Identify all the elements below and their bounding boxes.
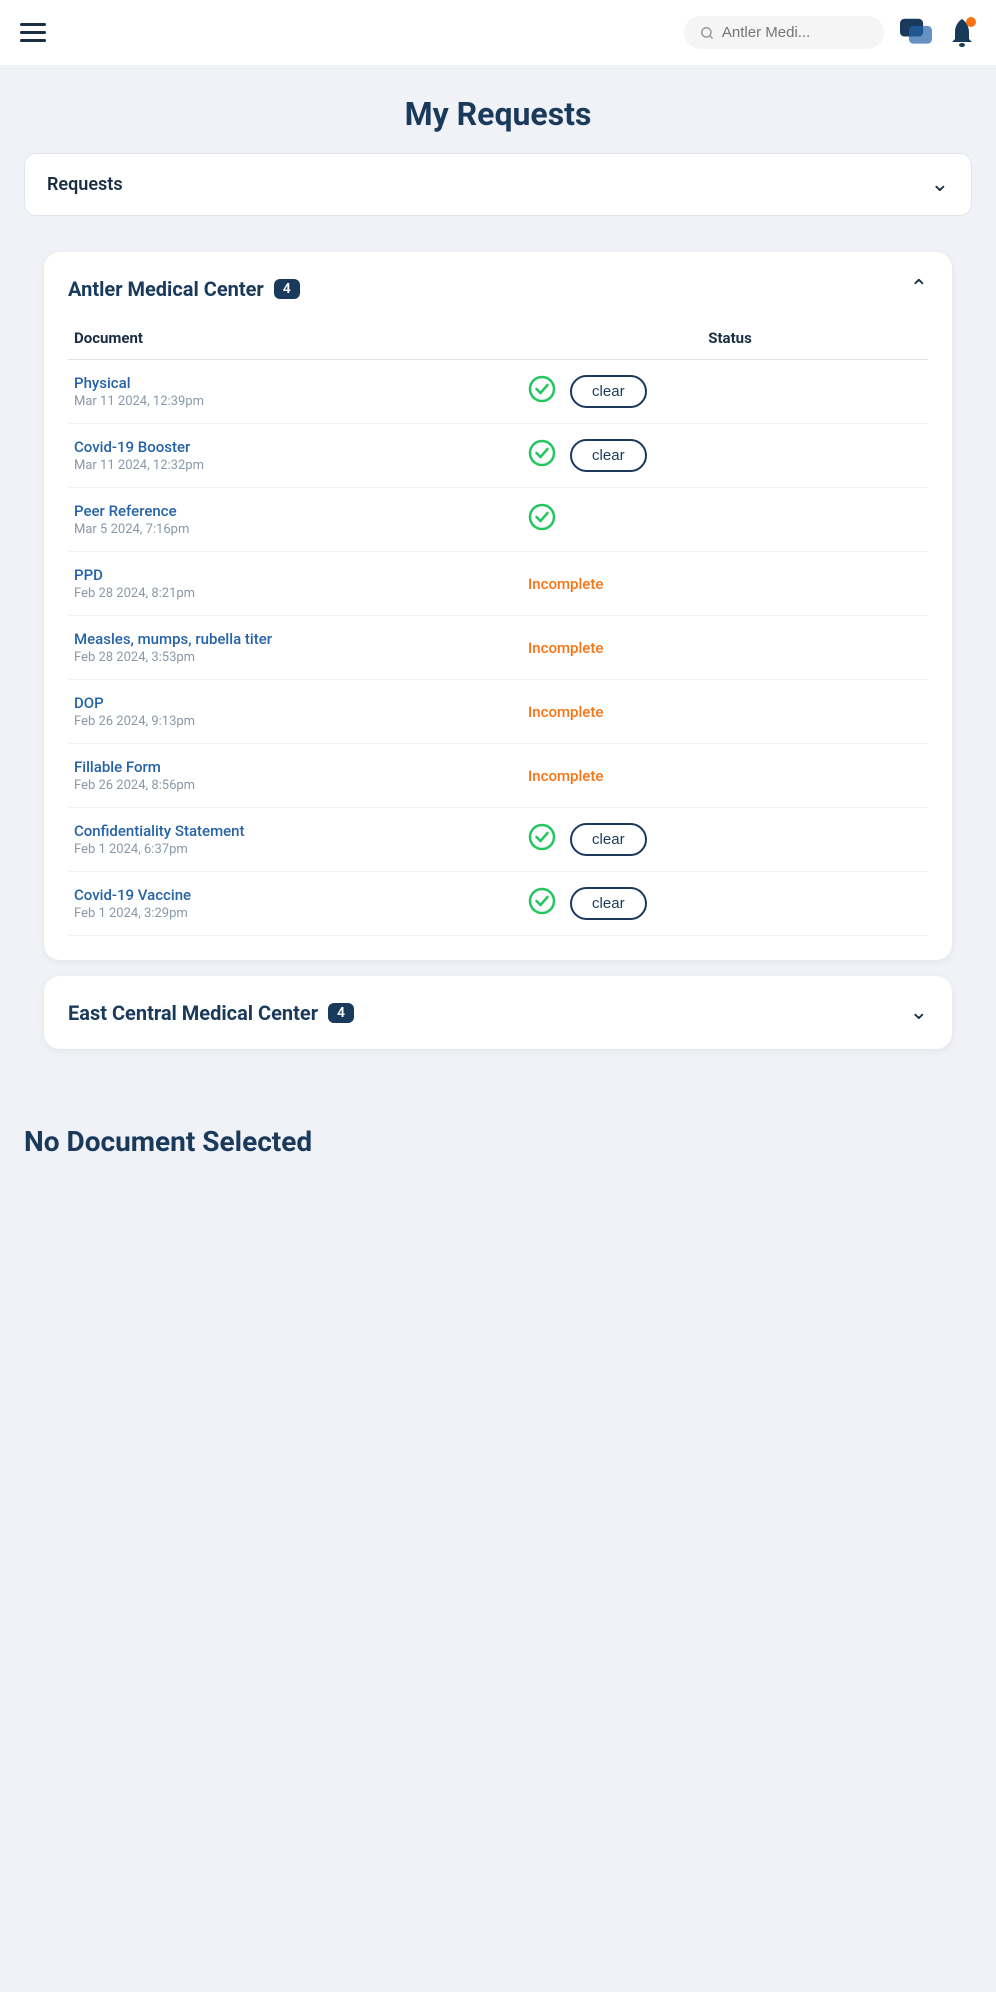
status-cell-inner: Incomplete bbox=[494, 703, 922, 721]
page-title-section: My Requests bbox=[0, 65, 996, 153]
status-cell: Incomplete bbox=[488, 616, 928, 680]
doc-date: Mar 11 2024, 12:39pm bbox=[74, 394, 482, 409]
table-row: Fillable Form Feb 26 2024, 8:56pm Incomp… bbox=[68, 744, 928, 808]
search-bar[interactable] bbox=[684, 16, 884, 49]
center-count-badge: 4 bbox=[274, 279, 300, 299]
chevron-down-icon: ⌄ bbox=[931, 172, 949, 197]
app-header bbox=[0, 0, 996, 65]
status-cell-inner: clear bbox=[494, 375, 922, 408]
status-cell-inner: clear bbox=[494, 439, 922, 472]
doc-date: Mar 11 2024, 12:32pm bbox=[74, 458, 482, 473]
center-card-header-collapsed: East Central Medical Center 4 ⌄ bbox=[68, 1000, 928, 1025]
table-row: Measles, mumps, rubella titer Feb 28 202… bbox=[68, 616, 928, 680]
doc-name[interactable]: Covid-19 Booster bbox=[74, 438, 482, 456]
status-cell: clear bbox=[488, 808, 928, 872]
status-cell-inner: Incomplete bbox=[494, 639, 922, 657]
table-row: Covid-19 Booster Mar 11 2024, 12:32pm cl… bbox=[68, 424, 928, 488]
doc-name[interactable]: Fillable Form bbox=[74, 758, 482, 776]
clear-button[interactable]: clear bbox=[570, 887, 647, 920]
incomplete-status: Incomplete bbox=[528, 767, 603, 785]
check-circle-icon bbox=[528, 503, 556, 536]
center-title-row: Antler Medical Center 4 bbox=[68, 277, 300, 301]
doc-name[interactable]: Measles, mumps, rubella titer bbox=[74, 630, 482, 648]
east-central-medical-center-card: East Central Medical Center 4 ⌄ bbox=[44, 976, 952, 1049]
doc-name[interactable]: DOP bbox=[74, 694, 482, 712]
table-row: Confidentiality Statement Feb 1 2024, 6:… bbox=[68, 808, 928, 872]
no-document-section: No Document Selected bbox=[0, 1085, 996, 1188]
chat-icon bbox=[898, 17, 934, 49]
table-header-row: Document Status bbox=[68, 321, 928, 360]
center-name: Antler Medical Center bbox=[68, 277, 264, 301]
clear-button[interactable]: clear bbox=[570, 439, 647, 472]
check-circle-icon bbox=[528, 887, 556, 920]
status-cell-inner: clear bbox=[494, 823, 922, 856]
status-cell: Incomplete bbox=[488, 744, 928, 808]
no-document-title: No Document Selected bbox=[24, 1125, 972, 1158]
status-cell-inner: Incomplete bbox=[494, 767, 922, 785]
status-cell-inner bbox=[494, 503, 922, 536]
center-title-row-collapsed: East Central Medical Center 4 bbox=[68, 1001, 354, 1025]
status-cell: clear bbox=[488, 360, 928, 424]
document-col-header: Document bbox=[68, 321, 488, 360]
incomplete-status: Incomplete bbox=[528, 575, 603, 593]
clear-button[interactable]: clear bbox=[570, 375, 647, 408]
doc-name[interactable]: Covid-19 Vaccine bbox=[74, 886, 482, 904]
status-cell: Incomplete bbox=[488, 680, 928, 744]
doc-name[interactable]: Peer Reference bbox=[74, 502, 482, 520]
table-row: Peer Reference Mar 5 2024, 7:16pm bbox=[68, 488, 928, 552]
doc-name[interactable]: PPD bbox=[74, 566, 482, 584]
page-title: My Requests bbox=[20, 95, 976, 133]
status-cell: clear bbox=[488, 872, 928, 936]
doc-date: Feb 1 2024, 3:29pm bbox=[74, 906, 482, 921]
check-circle-icon bbox=[528, 439, 556, 472]
chevron-down-icon-collapsed[interactable]: ⌄ bbox=[910, 1000, 928, 1025]
incomplete-status: Incomplete bbox=[528, 639, 603, 657]
status-cell-inner: Incomplete bbox=[494, 575, 922, 593]
table-row: DOP Feb 26 2024, 9:13pm Incomplete bbox=[68, 680, 928, 744]
center-name-collapsed: East Central Medical Center bbox=[68, 1001, 318, 1025]
clear-button[interactable]: clear bbox=[570, 823, 647, 856]
table-row: Covid-19 Vaccine Feb 1 2024, 3:29pm clea… bbox=[68, 872, 928, 936]
chevron-up-icon[interactable]: ⌃ bbox=[910, 276, 928, 301]
search-input[interactable] bbox=[722, 24, 868, 41]
doc-date: Feb 1 2024, 6:37pm bbox=[74, 842, 482, 857]
requests-dropdown[interactable]: Requests ⌄ bbox=[24, 153, 972, 216]
status-cell: clear bbox=[488, 424, 928, 488]
content-area: Antler Medical Center 4 ⌃ Document Statu… bbox=[24, 232, 972, 1085]
status-col-header: Status bbox=[488, 321, 928, 360]
documents-table: Document Status Physical Mar 11 2024, 12… bbox=[68, 321, 928, 936]
doc-name[interactable]: Physical bbox=[74, 374, 482, 392]
table-row: PPD Feb 28 2024, 8:21pm Incomplete bbox=[68, 552, 928, 616]
doc-date: Feb 26 2024, 9:13pm bbox=[74, 714, 482, 729]
antler-medical-center-card: Antler Medical Center 4 ⌃ Document Statu… bbox=[44, 252, 952, 960]
status-cell: Incomplete bbox=[488, 552, 928, 616]
check-circle-icon bbox=[528, 823, 556, 856]
notification-button[interactable] bbox=[948, 17, 976, 49]
requests-dropdown-label: Requests bbox=[47, 174, 123, 195]
doc-date: Mar 5 2024, 7:16pm bbox=[74, 522, 482, 537]
chat-button[interactable] bbox=[898, 17, 934, 49]
table-row: Physical Mar 11 2024, 12:39pm clear bbox=[68, 360, 928, 424]
doc-date: Feb 28 2024, 3:53pm bbox=[74, 650, 482, 665]
incomplete-status: Incomplete bbox=[528, 703, 603, 721]
notification-dot bbox=[966, 17, 976, 27]
center-card-header: Antler Medical Center 4 ⌃ bbox=[68, 276, 928, 301]
doc-date: Feb 28 2024, 8:21pm bbox=[74, 586, 482, 601]
hamburger-menu[interactable] bbox=[20, 23, 46, 42]
status-cell bbox=[488, 488, 928, 552]
doc-name[interactable]: Confidentiality Statement bbox=[74, 822, 482, 840]
center-count-badge-collapsed: 4 bbox=[328, 1003, 354, 1023]
doc-date: Feb 26 2024, 8:56pm bbox=[74, 778, 482, 793]
status-cell-inner: clear bbox=[494, 887, 922, 920]
header-right bbox=[684, 16, 976, 49]
search-icon bbox=[700, 25, 714, 41]
check-circle-icon bbox=[528, 375, 556, 408]
